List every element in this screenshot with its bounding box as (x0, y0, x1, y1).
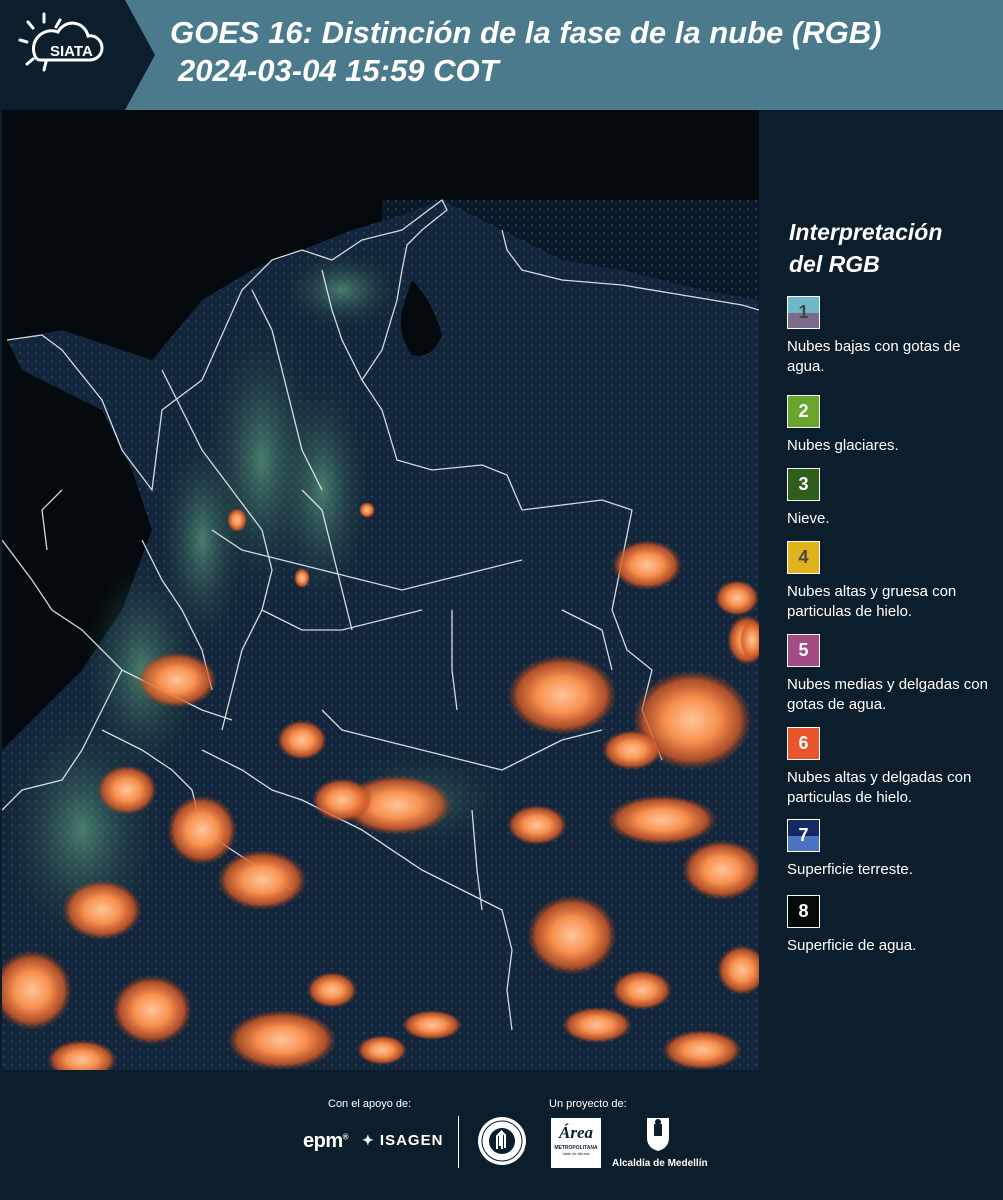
legend-item: 4 Nubes altas y gruesa con particulas de… (787, 541, 1002, 622)
header-bar: SIATA GOES 16: Distinción de la fase de … (0, 0, 1003, 110)
title-line-1: GOES 16: Distinción de la fase de la nub… (170, 15, 882, 50)
isagen-star-icon: ✦ (362, 1132, 375, 1148)
area-metropolitana-logo[interactable]: Área METROPOLITANA Valle de Aburrá (551, 1118, 601, 1168)
epm-logo-text: epm (303, 1130, 343, 1152)
legend-panel: Interpretación del RGB 1 Nubes bajas con… (759, 110, 1003, 1070)
isagen-logo[interactable]: ✦ ISAGEN (362, 1132, 443, 1149)
legend-label: Nieve. (787, 510, 830, 527)
legend-swatch: 1 (787, 296, 820, 329)
legend-swatch: 3 (787, 468, 820, 501)
area-logo-word: Área (559, 1123, 593, 1142)
legend-label: Nubes altas y delgadas con particulas de… (787, 769, 972, 806)
title-line-2: 2024-03-04 15:59 COT (178, 53, 499, 88)
medellin-caption: Alcaldía de Medellín (612, 1158, 708, 1169)
legend-swatch: 8 (787, 895, 820, 928)
legend-title: Interpretación del RGB (789, 216, 942, 280)
satellite-image (2, 110, 759, 1070)
legend-swatch: 5 (787, 634, 820, 667)
footer-divider (458, 1116, 459, 1168)
legend-swatch: 4 (787, 541, 820, 574)
legend-label: Nubes altas y gruesa con particulas de h… (787, 583, 957, 620)
legend-title-line-1: Interpretación (789, 219, 943, 245)
svg-text:SIATA: SIATA (50, 43, 93, 60)
legend-swatch: 6 (787, 727, 820, 760)
epm-logo[interactable]: epm® (303, 1130, 349, 1153)
siata-logo[interactable]: SIATA (0, 0, 155, 110)
legend-label: Nubes medias y delgadas con gotas de agu… (787, 676, 988, 713)
legend-label: Superficie de agua. (787, 937, 917, 954)
legend-label: Superficie terreste. (787, 861, 913, 878)
legend-item: 8 Superficie de agua. (787, 895, 1002, 956)
legend-item: 5 Nubes medias y delgadas con gotas de a… (787, 634, 1002, 715)
legend-item: 7 Superficie terreste. (787, 819, 1002, 880)
legend-label: Nubes glaciares. (787, 437, 899, 454)
footer: Con el apoyo de: Un proyecto de: epm® ✦ … (0, 1070, 1003, 1200)
project-label: Un proyecto de: (549, 1098, 627, 1110)
legend-title-line-2: del RGB (789, 251, 880, 277)
isagen-logo-text: ISAGEN (379, 1132, 444, 1149)
seal-logo[interactable] (477, 1116, 527, 1166)
medellin-shield-icon[interactable] (645, 1116, 671, 1152)
legend-swatch: 2 (787, 395, 820, 428)
legend-item: 3 Nieve. (787, 468, 1002, 529)
legend-label: Nubes bajas con gotas de agua. (787, 338, 961, 375)
legend-item: 6 Nubes altas y delgadas con particulas … (787, 727, 1002, 808)
support-label: Con el apoyo de: (328, 1098, 412, 1110)
page-title: GOES 16: Distinción de la fase de la nub… (170, 14, 881, 90)
legend-item: 2 Nubes glaciares. (787, 395, 1002, 456)
satellite-map-svg (2, 110, 759, 1070)
area-logo-caption-2: Valle de Aburrá (562, 1151, 590, 1156)
legend-swatch: 7 (787, 819, 820, 852)
legend-item: 1 Nubes bajas con gotas de agua. (787, 296, 1002, 377)
